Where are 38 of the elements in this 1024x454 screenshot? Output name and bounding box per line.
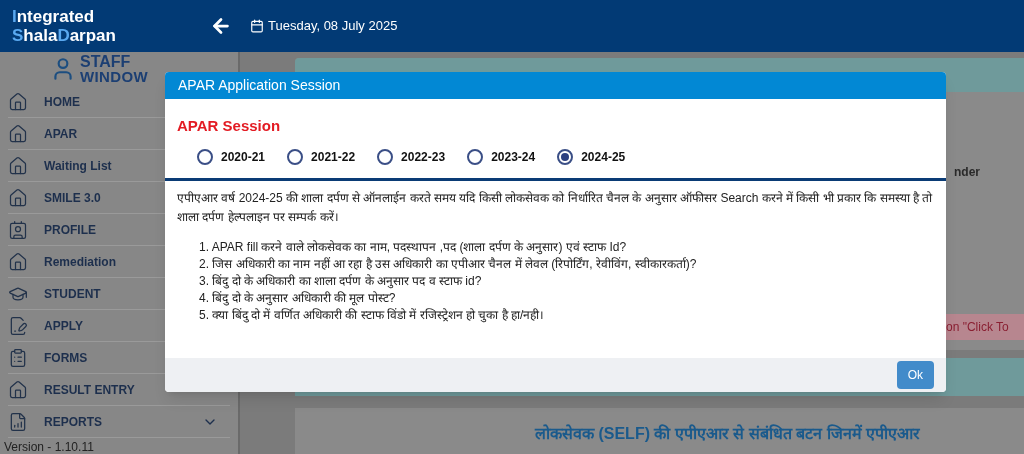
menu-label: FORMS [44, 349, 88, 367]
menu-label: APPLY [44, 317, 83, 335]
column-header: nder [954, 164, 981, 181]
menu-label: SMILE 3.0 [44, 189, 101, 207]
brand-text: STAFF [79, 54, 132, 69]
logo-text: ShalaDarpan [12, 26, 116, 45]
menu-icon [8, 123, 28, 144]
menu-label: STUDENT [44, 285, 101, 303]
menu-label: HOME [44, 93, 80, 111]
sidebar-item[interactable]: REPORTS [8, 406, 230, 438]
menu-icon [8, 251, 28, 272]
menu-icon [8, 379, 28, 400]
alert-text: on "Click To [946, 319, 1009, 336]
menu-icon [8, 411, 28, 432]
menu-label: Remediation [44, 253, 116, 271]
menu-icon [8, 347, 28, 368]
menu-icon [8, 219, 28, 240]
menu-label: Waiting List [44, 157, 112, 175]
menu-icon [8, 155, 28, 176]
session-radio[interactable]: 2022-23 [377, 147, 446, 166]
back-button[interactable] [210, 15, 232, 37]
menu-icon [8, 315, 28, 336]
logo-text: Integrated [12, 7, 95, 26]
calendar-icon [250, 19, 264, 33]
brand-text: WINDOW [79, 69, 149, 84]
session-radio[interactable]: 2024-25 [557, 147, 626, 166]
ok-button[interactable]: Ok [896, 361, 934, 389]
section-heading: लोकसेवक (SELF) की एपीएआर से संबंधित बटन जिनमें एपीएआर [535, 423, 921, 444]
session-radio[interactable]: 2021-22 [287, 147, 356, 166]
menu-label: APAR [44, 125, 78, 143]
version-text: Version - 1.10.11 [3, 440, 95, 454]
date-text: Tuesday, 08 July 2025 [268, 17, 398, 36]
menu-label: RESULT ENTRY [44, 381, 135, 399]
menu-label: REPORTS [44, 413, 102, 431]
session-radio[interactable]: 2023-24 [467, 147, 536, 166]
menu-icon [8, 91, 28, 112]
menu-icon [8, 187, 28, 208]
menu-label: PROFILE [44, 221, 96, 239]
